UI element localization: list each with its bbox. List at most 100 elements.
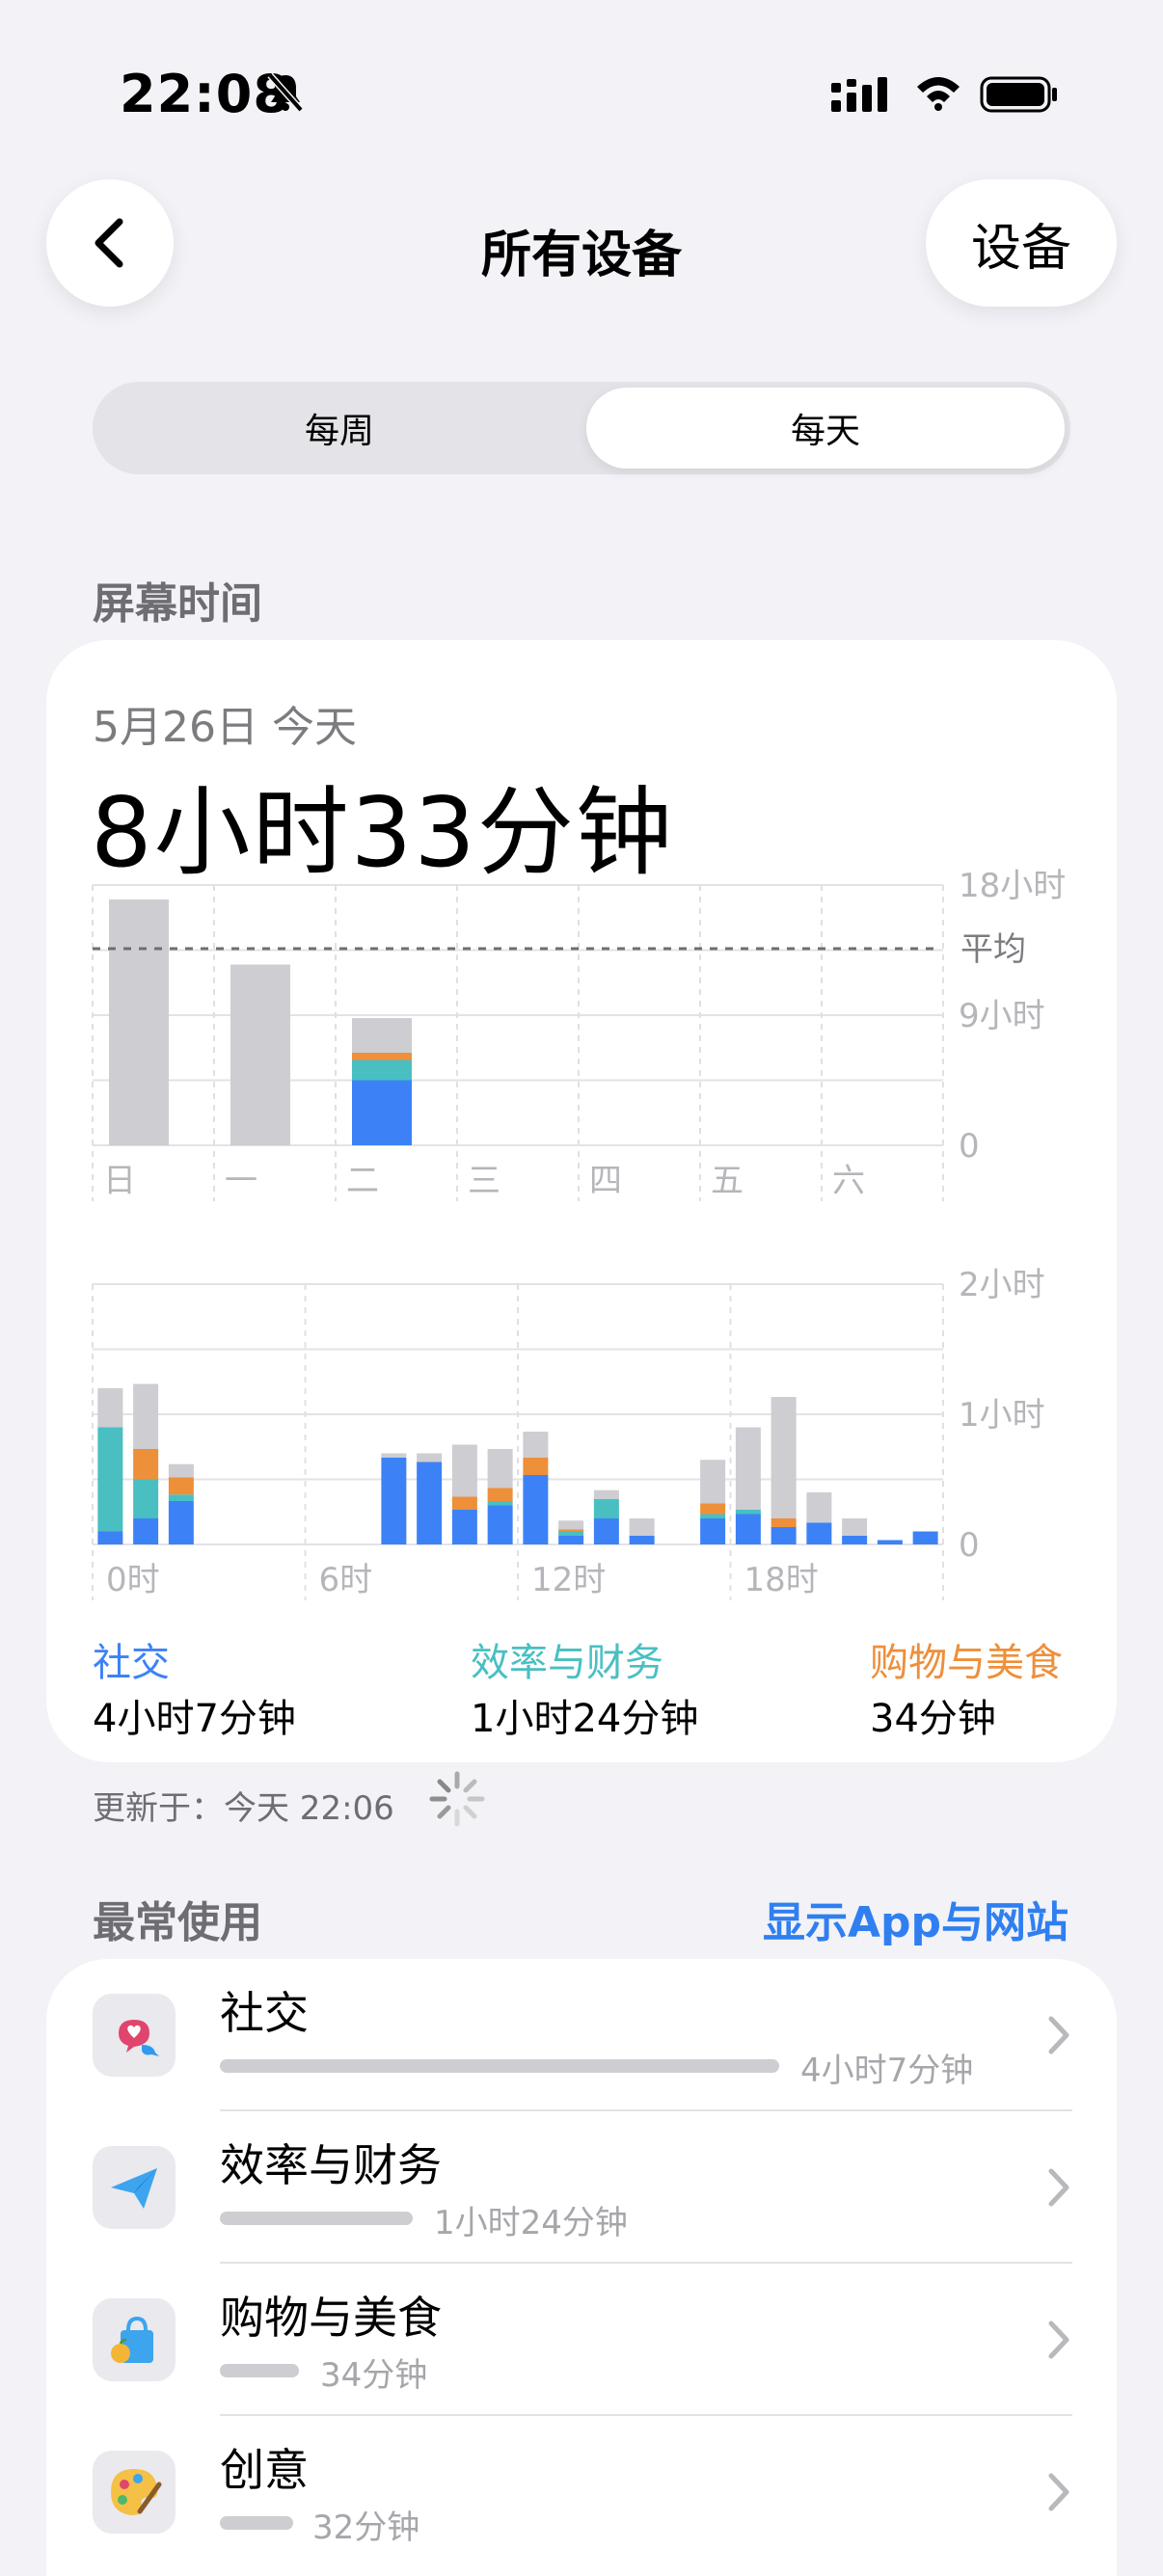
social-icon [93, 1994, 176, 2077]
x-tick-label: 二 [346, 1162, 379, 1200]
bar-segment [133, 1479, 159, 1518]
show-apps-websites-link[interactable]: 显示App与网站 [763, 1888, 1068, 1949]
mute-bell-icon [267, 72, 304, 113]
bar-segment [168, 1477, 194, 1495]
bar-segment [700, 1514, 726, 1518]
bar-segment [558, 1536, 584, 1544]
x-tick-label: 四 [589, 1162, 622, 1200]
legend-label-shopping: 购物与美食 [870, 1641, 1063, 1685]
bar-segment [352, 1060, 412, 1081]
x-tick-label: 一 [225, 1162, 257, 1200]
bar-segment [735, 1514, 761, 1544]
y-tick-label: 0 [959, 1127, 980, 1166]
period-segmented-control: 每周 每天 [93, 382, 1070, 474]
list-item-title: 购物与美食 [220, 2292, 442, 2344]
list-item-title: 社交 [220, 1987, 309, 2039]
bar-segment [487, 1505, 513, 1544]
bar-segment [629, 1536, 655, 1544]
bar-segment [451, 1496, 477, 1510]
list-item[interactable]: 创意 32分钟 [46, 2416, 1117, 2568]
bar-segment [381, 1458, 407, 1544]
bar-segment [168, 1501, 194, 1544]
bar-segment [771, 1397, 797, 1518]
battery-icon [980, 76, 1057, 113]
y-tick-label: 18小时 [959, 868, 1066, 905]
x-tick-label: 日 [103, 1162, 136, 1200]
bar-segment [771, 1518, 797, 1527]
list-item[interactable]: 效率与财务 1小时24分钟 [46, 2111, 1117, 2264]
updated-timestamp: 更新于：今天 22:06 [93, 1789, 394, 1828]
bar-segment [230, 964, 290, 1145]
y-tick-label: 2小时 [959, 1266, 1045, 1304]
legend-label-social: 社交 [93, 1641, 170, 1685]
section-title-screen-time: 屏幕时间 [93, 579, 262, 629]
list-item[interactable]: 购物与美食 34分钟 [46, 2264, 1117, 2416]
bar-segment [417, 1453, 443, 1462]
bar-segment [558, 1531, 584, 1536]
bar-segment [523, 1432, 549, 1458]
x-tick-label: 12时 [531, 1561, 606, 1599]
bar-cap [230, 964, 290, 973]
y-tick-label: 1小时 [959, 1396, 1045, 1435]
loading-spinner-icon [429, 1771, 485, 1827]
usage-bar [220, 2059, 779, 2073]
chevron-right-icon [1048, 2321, 1069, 2359]
x-tick-label: 三 [468, 1162, 500, 1200]
hourly-usage-chart: 0时 6时 12时 18时 2小时 1小时 0 [92, 1266, 1045, 1600]
bar-segment [877, 1540, 903, 1544]
bar-segment [700, 1518, 726, 1544]
bar-segment [735, 1427, 761, 1510]
bar-segment [912, 1531, 938, 1544]
bar-segment [97, 1531, 123, 1544]
bar-segment [593, 1518, 619, 1544]
x-tick-label: 18时 [744, 1561, 819, 1599]
bar-segment [593, 1498, 619, 1518]
bar-segment [700, 1460, 726, 1504]
bar-segment [133, 1383, 159, 1449]
devices-button[interactable]: 设备 [926, 179, 1117, 307]
usage-bar [220, 2212, 413, 2225]
segment-week[interactable]: 每周 [98, 388, 581, 469]
list-item-time: 34分钟 [320, 2356, 428, 2395]
x-tick-label: 6时 [319, 1561, 373, 1599]
legend-label-productivity: 效率与财务 [471, 1641, 663, 1685]
bar-segment [97, 1427, 123, 1532]
list-item-time: 1小时24分钟 [434, 2204, 628, 2242]
bar-segment [109, 899, 169, 1145]
bar-cap [109, 899, 169, 907]
cellular-signal-icon [831, 77, 887, 112]
segment-day[interactable]: 每天 [586, 388, 1065, 469]
list-item-time: 32分钟 [312, 2509, 420, 2547]
list-item-title: 创意 [220, 2444, 309, 2496]
bar-segment [133, 1518, 159, 1544]
bar-segment [593, 1489, 619, 1499]
productivity-icon [93, 2146, 176, 2229]
creativity-icon [93, 2451, 176, 2534]
bar-segment [558, 1529, 584, 1532]
weekly-usage-chart: 日 一 二 三 四 五 六 平均 18小时 9小时 0 [92, 868, 1066, 1201]
bar-cap [352, 1018, 412, 1026]
chevron-right-icon [1048, 2168, 1069, 2207]
list-item[interactable]: 社交 4小时7分钟 [46, 1959, 1117, 2111]
bar-segment [771, 1527, 797, 1544]
bar-segment [352, 1080, 412, 1145]
bar-segment [487, 1488, 513, 1501]
bar-segment [842, 1536, 868, 1544]
list-item-time: 4小时7分钟 [800, 2052, 974, 2090]
bar-segment [168, 1494, 194, 1501]
chevron-right-icon [1048, 2016, 1069, 2054]
x-tick-label: 0时 [106, 1561, 160, 1599]
bar-segment [487, 1449, 513, 1489]
status-time: 22:08 [120, 64, 290, 124]
bar-segment [842, 1518, 868, 1536]
bar-segment [417, 1462, 443, 1544]
bar-segment [700, 1503, 726, 1515]
bar-segment [735, 1510, 761, 1515]
y-tick-label: 9小时 [959, 997, 1045, 1035]
bar-segment [523, 1458, 549, 1475]
bar-segment [806, 1492, 832, 1523]
bar-segment [806, 1522, 832, 1544]
bar-segment [133, 1449, 159, 1480]
section-title-most-used: 最常使用 [93, 1898, 262, 1947]
usage-bar [220, 2364, 299, 2377]
